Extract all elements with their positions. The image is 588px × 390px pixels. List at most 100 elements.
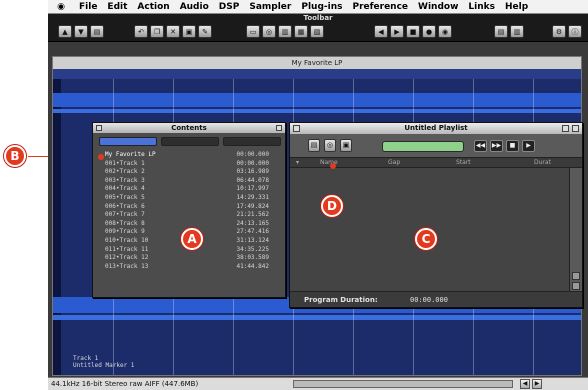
toolbar-marker-icon[interactable]: ▥	[278, 25, 292, 38]
toolbar-edit-icon[interactable]: ✎	[198, 25, 212, 38]
playlist-time-display	[382, 141, 464, 152]
callout-a: A	[181, 228, 203, 250]
playlist-toolbar: ▤ ◎ ▣ ◀◀ ▶▶ ■ ▶	[290, 134, 582, 158]
list-item[interactable]: 012•Track 12 38:03.589	[101, 254, 281, 263]
toolbar-record-icon[interactable]: ●	[422, 25, 436, 38]
toolbar-eject-icon[interactable]: ▲	[58, 25, 72, 38]
waveform-right-peaks	[53, 315, 581, 320]
scroll-left-arrow[interactable]: ◀	[520, 379, 530, 389]
toolbar-loop-icon[interactable]: ◎	[262, 25, 276, 38]
status-text: 44.1kHz 16-bit Stereo raw AIFF (447.6MB)	[51, 380, 199, 388]
scroll-right-arrow[interactable]: ▶	[532, 379, 542, 389]
waveform-window-title: My Favorite LP	[53, 57, 581, 69]
toolbar-select-icon[interactable]: ▧	[310, 25, 324, 38]
menu-plugins[interactable]: Plug-ins	[296, 2, 347, 12]
playlist-play-icon[interactable]: ▶	[522, 140, 535, 152]
column-gap[interactable]: Gap	[388, 158, 400, 168]
toolbar-region-icon[interactable]: ▭	[246, 25, 260, 38]
toolbar-paste-icon[interactable]: ▣	[182, 25, 196, 38]
toolbar-title: Toolbar	[303, 14, 333, 22]
marker-label-track: Track 1	[73, 355, 99, 362]
playlist-cd-icon[interactable]: ◎	[324, 139, 336, 152]
figure: B ◉ File Edit Action Audio DSP Sampler P…	[0, 0, 588, 390]
callout-c: C	[415, 228, 437, 250]
playlist-new-icon[interactable]: ▤	[308, 139, 320, 152]
callout-d: D	[321, 195, 343, 217]
program-duration-label: Program Duration:	[304, 296, 378, 304]
playlist-close-box[interactable]	[293, 125, 300, 132]
list-item[interactable]: 013•Track 13 41:44.842	[101, 263, 281, 272]
marker-labels: Track 1 Untitled Marker 1	[73, 355, 134, 369]
status-bar: 44.1kHz 16-bit Stereo raw AIFF (447.6MB)…	[48, 377, 588, 390]
sort-icon[interactable]: ▾	[296, 158, 299, 168]
column-start[interactable]: Start	[456, 158, 471, 168]
toolbar-cut-icon[interactable]: ✕	[166, 25, 180, 38]
toolbar: Toolbar ▲ ▼ ▤ ↶ ❐ ✕ ▣ ✎ ▭ ◎ ▥ ▦ ▧ ◀ ▶ ■ …	[48, 14, 588, 42]
contents-close-box[interactable]	[96, 125, 102, 131]
playlist-collapse-box[interactable]	[562, 125, 569, 132]
toolbar-mixer-icon[interactable]: ▤	[494, 25, 508, 38]
marker-strip[interactable]	[53, 79, 61, 375]
menu-action[interactable]: Action	[132, 2, 174, 12]
toolbar-meter-icon[interactable]: ▥	[510, 25, 524, 38]
horizontal-scrollbar[interactable]	[293, 380, 513, 388]
contents-window: Contents My Favorite LP 00:00.000 001•Tr…	[92, 122, 286, 298]
playlist-footer: Program Duration: 00:00.000	[290, 291, 582, 307]
scroll-up-arrow[interactable]	[572, 272, 580, 280]
menu-links[interactable]: Links	[463, 2, 500, 12]
toolbar-folder-icon[interactable]: ▤	[90, 25, 104, 38]
contents-list: My Favorite LP 00:00.000 001•Track 1 00:…	[101, 151, 281, 271]
playlist-scrollbar[interactable]	[569, 168, 582, 292]
marker-label-untitled: Untitled Marker 1	[73, 362, 135, 369]
toolbar-pause-icon[interactable]: ◉	[438, 25, 452, 38]
menu-audio[interactable]: Audio	[175, 2, 214, 12]
playlist-rewind-icon[interactable]: ◀◀	[474, 140, 487, 152]
list-item[interactable]: 002•Track 2 03:16.989	[101, 168, 281, 177]
playlist-settings-icon[interactable]: ▣	[340, 139, 352, 152]
callout-b-target	[98, 154, 104, 160]
menu-sampler[interactable]: Sampler	[244, 2, 296, 12]
apple-menu-icon[interactable]: ◉	[54, 1, 68, 13]
program-duration-value: 00:00.000	[410, 296, 448, 304]
playlist-stop-icon[interactable]: ■	[506, 140, 519, 152]
menu-preference[interactable]: Preference	[347, 2, 413, 12]
menu-edit[interactable]: Edit	[102, 2, 132, 12]
menu-file[interactable]: File	[74, 2, 102, 12]
toolbar-stop-icon[interactable]: ■	[406, 25, 420, 38]
list-item[interactable]: 004•Track 4 10:17.997	[101, 185, 281, 194]
menu-bar: ◉ File Edit Action Audio DSP Sampler Plu…	[48, 0, 588, 14]
list-item[interactable]: My Favorite LP 00:00.000	[101, 151, 281, 160]
callout-b: B	[4, 145, 26, 167]
toolbar-rewind-icon[interactable]: ◀	[374, 25, 388, 38]
scroll-down-arrow[interactable]	[572, 282, 580, 290]
menu-dsp[interactable]: DSP	[214, 2, 245, 12]
toolbar-info-icon[interactable]: ⓘ	[568, 25, 582, 38]
toolbar-copy-icon[interactable]: ❐	[150, 25, 164, 38]
contents-tab-regions[interactable]	[161, 137, 219, 146]
contents-tab-loops[interactable]	[223, 137, 281, 146]
contents-title: Contents	[93, 123, 285, 133]
playlist-zoom-box[interactable]	[572, 125, 579, 132]
toolbar-settings-icon[interactable]: ⚙	[552, 25, 566, 38]
callout-d-target	[330, 163, 336, 169]
playlist-forward-icon[interactable]: ▶▶	[490, 140, 503, 152]
menu-window[interactable]: Window	[413, 2, 463, 12]
toolbar-down-icon[interactable]: ▼	[74, 25, 88, 38]
toolbar-zoom-icon[interactable]: ▦	[294, 25, 308, 38]
toolbar-play-icon[interactable]: ▶	[390, 25, 404, 38]
app-screen: ◉ File Edit Action Audio DSP Sampler Plu…	[48, 0, 588, 390]
list-item[interactable]: 003•Track 3 06:44.078	[101, 177, 281, 186]
contents-tab-markers[interactable]	[99, 137, 157, 146]
list-item[interactable]: 006•Track 6 17:49.824	[101, 203, 281, 212]
contents-zoom-box[interactable]	[276, 125, 282, 131]
list-item[interactable]: 005•Track 5 14:29.331	[101, 194, 281, 203]
menu-help[interactable]: Help	[500, 2, 533, 12]
waveform-left-peaks	[53, 109, 581, 113]
list-item[interactable]: 007•Track 7 21:21.562	[101, 211, 281, 220]
waveform-left-channel[interactable]	[53, 93, 581, 107]
playlist-title: Untitled Playlist	[290, 123, 582, 134]
toolbar-undo-icon[interactable]: ↶	[134, 25, 148, 38]
list-item[interactable]: 001•Track 1 00:00.000	[101, 160, 281, 169]
column-duration[interactable]: Durat	[534, 158, 551, 168]
time-ruler[interactable]	[53, 69, 581, 79]
